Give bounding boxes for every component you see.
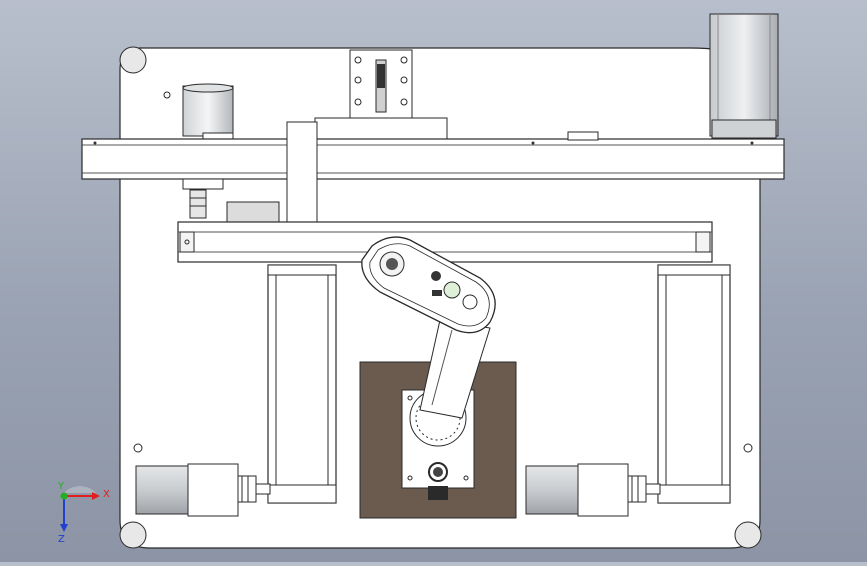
y-axis-label: Y: [57, 481, 65, 492]
vertical-post: [286, 121, 318, 233]
z-arrow-head-icon: [60, 524, 68, 532]
y-axis-dot-icon: [60, 492, 68, 500]
x-axis-label: X: [103, 489, 110, 500]
x-arrow-head-icon: [92, 492, 100, 500]
top-cylinder: [182, 83, 234, 142]
coordinate-triad: X Y Z: [57, 481, 110, 545]
cad-drawing: X Y Z: [57, 13, 785, 549]
top-rail-beam: [81, 131, 785, 180]
vertical-servo-motor: [709, 13, 779, 139]
z-axis-label: Z: [58, 534, 65, 545]
slide-rail: [177, 221, 713, 263]
cad-model-viewport[interactable]: X Y Z: [0, 0, 867, 562]
